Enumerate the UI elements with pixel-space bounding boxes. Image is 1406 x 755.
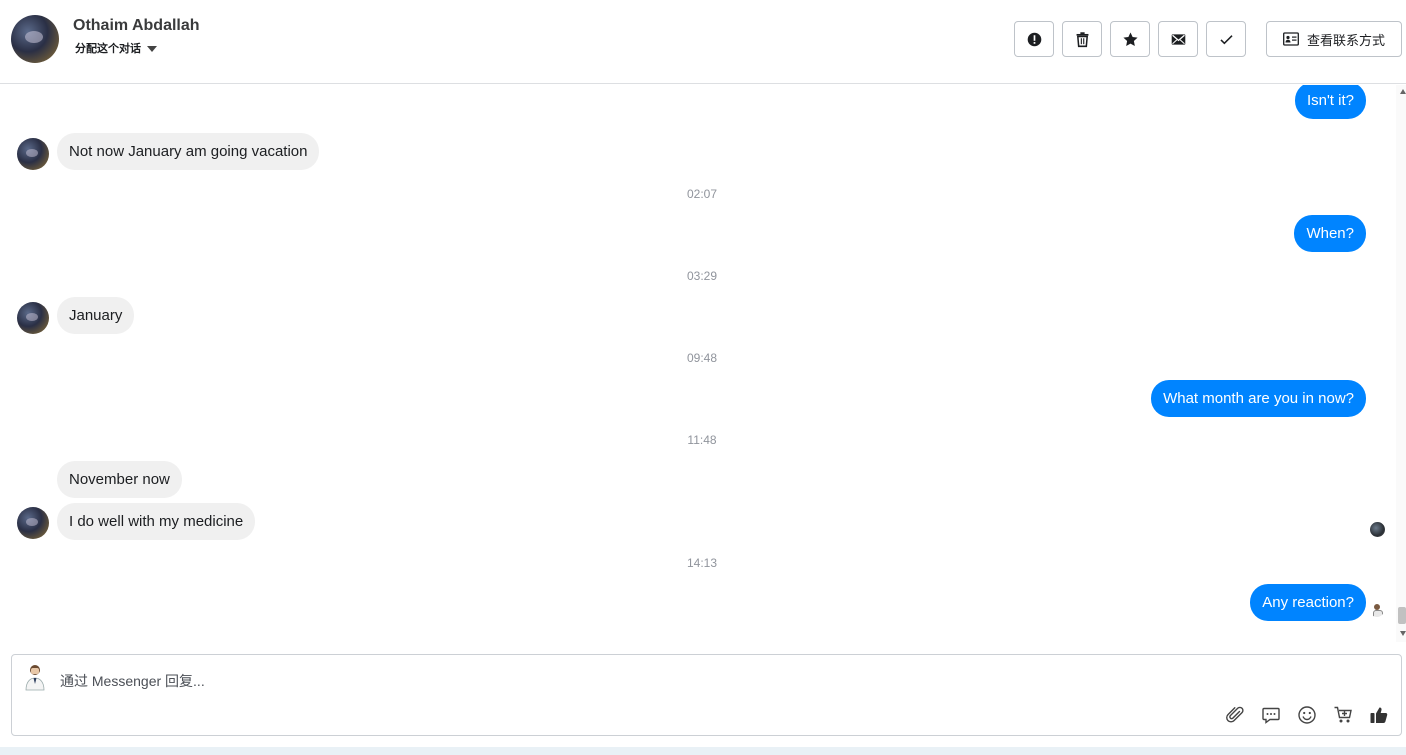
view-contact-label: 查看联系方式 bbox=[1306, 32, 1385, 48]
scroll-down-arrow-icon[interactable] bbox=[1400, 631, 1406, 636]
scroll-up-arrow-icon[interactable] bbox=[1400, 89, 1406, 94]
star-icon bbox=[1122, 32, 1138, 46]
envelope-icon bbox=[1171, 33, 1185, 45]
reply-composer bbox=[11, 654, 1402, 736]
outgoing-message[interactable]: What month are you in now? bbox=[1151, 380, 1366, 417]
incoming-message[interactable]: November now bbox=[57, 461, 182, 498]
exclamation-circle-icon bbox=[1027, 32, 1041, 46]
timestamp: 03:29 bbox=[686, 269, 718, 283]
like-button[interactable] bbox=[1367, 703, 1391, 727]
caret-down-icon bbox=[147, 45, 157, 52]
check-icon bbox=[1219, 34, 1233, 44]
chat-bubble-icon bbox=[1262, 707, 1280, 724]
timestamp: 14:13 bbox=[686, 556, 718, 570]
contact-card-icon bbox=[1283, 32, 1299, 46]
view-contact-button[interactable]: 查看联系方式 bbox=[1266, 21, 1402, 57]
read-receipt-avatar bbox=[1370, 603, 1384, 617]
reply-input[interactable] bbox=[60, 671, 1160, 691]
trash-icon bbox=[1076, 31, 1088, 47]
thumbs-up-icon bbox=[1370, 707, 1388, 723]
star-button[interactable] bbox=[1110, 21, 1150, 57]
scrollbar-thumb[interactable] bbox=[1398, 607, 1406, 624]
shop-button[interactable] bbox=[1331, 703, 1355, 727]
bottom-edge bbox=[0, 747, 1406, 755]
mark-done-button[interactable] bbox=[1206, 21, 1246, 57]
thread-scrollbar[interactable] bbox=[1396, 85, 1406, 642]
cart-icon bbox=[1334, 706, 1352, 723]
incoming-message[interactable]: Not now January am going vacation bbox=[57, 133, 320, 170]
outgoing-message[interactable]: When? bbox=[1294, 215, 1366, 252]
assign-label: 分配这个对话 bbox=[75, 43, 141, 55]
outgoing-message[interactable]: Any reaction? bbox=[1250, 584, 1366, 621]
contact-avatar-small[interactable] bbox=[17, 302, 49, 334]
contact-name[interactable]: Othaim Abdallah bbox=[73, 17, 200, 35]
smiley-icon bbox=[1298, 706, 1316, 724]
conversation-header: Othaim Abdallah 分配这个对话 查看联系方式 bbox=[0, 0, 1406, 84]
timestamp: 11:48 bbox=[687, 433, 717, 447]
paperclip-icon bbox=[1226, 706, 1244, 723]
seen-indicator-avatar bbox=[1370, 522, 1385, 537]
incoming-message[interactable]: I do well with my medicine bbox=[57, 503, 256, 540]
contact-avatar[interactable] bbox=[11, 15, 59, 63]
assign-conversation-dropdown[interactable]: 分配这个对话 bbox=[75, 40, 157, 56]
contact-avatar-small[interactable] bbox=[17, 507, 49, 539]
emoji-button[interactable] bbox=[1295, 703, 1319, 727]
saved-replies-button[interactable] bbox=[1259, 703, 1283, 727]
spam-button[interactable] bbox=[1014, 21, 1054, 57]
agent-avatar bbox=[25, 665, 45, 691]
contact-avatar-small[interactable] bbox=[17, 138, 49, 170]
message-thread[interactable]: Isn't it? Not now January am going vacat… bbox=[0, 85, 1396, 642]
incoming-message[interactable]: January bbox=[57, 297, 135, 334]
outgoing-message[interactable]: Isn't it? bbox=[1294, 85, 1366, 119]
timestamp: 02:07 bbox=[686, 187, 718, 201]
mark-unread-button[interactable] bbox=[1158, 21, 1198, 57]
attach-button[interactable] bbox=[1223, 703, 1247, 727]
timestamp: 09:48 bbox=[686, 351, 718, 365]
delete-button[interactable] bbox=[1062, 21, 1102, 57]
